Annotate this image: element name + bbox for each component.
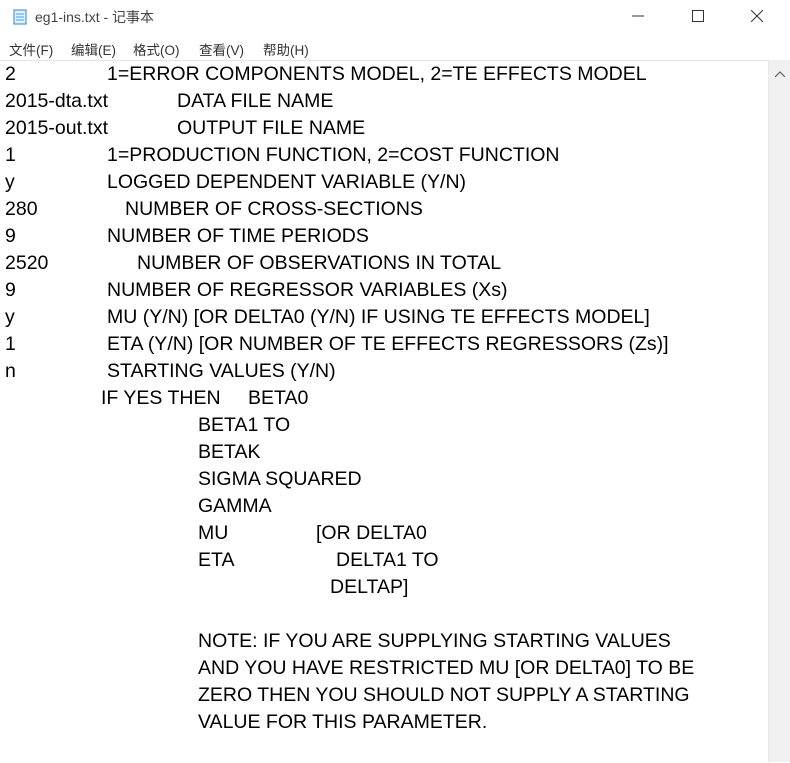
line-8-value: 2520 <box>5 252 49 274</box>
note-line-2: AND YOU HAVE RESTRICTED MU [OR DELTA0] T… <box>198 657 695 679</box>
close-icon <box>751 10 763 22</box>
menu-format[interactable]: 格式(O) <box>133 39 180 59</box>
line-1-comment: 1=ERROR COMPONENTS MODEL, 2=TE EFFECTS M… <box>107 63 647 85</box>
line-12-comment: STARTING VALUES (Y/N) <box>107 360 336 382</box>
text-editor[interactable]: 2 1=ERROR COMPONENTS MODEL, 2=TE EFFECTS… <box>0 60 768 763</box>
line-15-param: BETAK <box>198 441 261 463</box>
line-20-alt: DELTAP] <box>330 576 409 598</box>
line-6-value: 280 <box>5 198 38 220</box>
line-4-comment: 1=PRODUCTION FUNCTION, 2=COST FUNCTION <box>107 144 560 166</box>
line-19-param: ETA <box>198 549 235 571</box>
line-10-value: y <box>5 306 15 328</box>
line-7-value: 9 <box>5 225 16 247</box>
line-5-value: y <box>5 171 15 193</box>
line-8-comment: NUMBER OF OBSERVATIONS IN TOTAL <box>137 252 502 274</box>
line-1-value: 2 <box>5 63 16 85</box>
minimize-button[interactable] <box>615 0 661 34</box>
line-7-comment: NUMBER OF TIME PERIODS <box>107 225 369 247</box>
line-16-param: SIGMA SQUARED <box>198 468 362 490</box>
line-6-comment: NUMBER OF CROSS-SECTIONS <box>125 198 423 220</box>
line-14-param: BETA1 TO <box>198 414 291 436</box>
line-3-value: 2015-out.txt <box>5 117 108 139</box>
line-17-param: GAMMA <box>198 495 272 517</box>
maximize-icon <box>692 10 704 22</box>
line-19-alt: DELTA1 TO <box>336 549 439 571</box>
menu-help[interactable]: 帮助(H) <box>263 39 309 59</box>
line-18-alt: [OR DELTA0 <box>316 522 427 544</box>
note-line-4: VALUE FOR THIS PARAMETER. <box>198 711 488 733</box>
menu-file[interactable]: 文件(F) <box>9 39 53 59</box>
line-13-text: IF YES THEN <box>101 387 221 409</box>
line-13-param: BETA0 <box>248 387 309 409</box>
line-10-comment: MU (Y/N) [OR DELTA0 (Y/N) IF USING TE EF… <box>107 306 650 328</box>
line-2-value: 2015-dta.txt <box>5 90 108 112</box>
line-3-comment: OUTPUT FILE NAME <box>177 117 366 139</box>
note-line-1: NOTE: IF YOU ARE SUPPLYING STARTING VALU… <box>198 630 671 652</box>
menu-view[interactable]: 查看(V) <box>199 39 244 59</box>
close-button[interactable] <box>734 0 780 34</box>
menu-bar: 文件(F) 编辑(E) 格式(O) 查看(V) 帮助(H) <box>0 36 790 60</box>
menu-edit[interactable]: 编辑(E) <box>71 39 116 59</box>
scroll-up-arrow-icon[interactable] <box>774 64 786 82</box>
line-11-value: 1 <box>5 333 16 355</box>
notepad-icon <box>13 9 27 25</box>
window-title: eg1-ins.txt - 记事本 <box>35 9 155 25</box>
line-9-comment: NUMBER OF REGRESSOR VARIABLES (Xs) <box>107 279 508 301</box>
line-5-comment: LOGGED DEPENDENT VARIABLE (Y/N) <box>107 171 467 193</box>
minimize-icon <box>632 15 644 17</box>
line-12-value: n <box>5 360 16 382</box>
line-9-value: 9 <box>5 279 16 301</box>
line-18-param: MU <box>198 522 229 544</box>
maximize-button[interactable] <box>675 0 721 34</box>
line-11-comment: ETA (Y/N) [OR NUMBER OF TE EFFECTS REGRE… <box>107 333 669 355</box>
vertical-scrollbar[interactable] <box>768 60 790 762</box>
title-bar: eg1-ins.txt - 记事本 <box>0 0 790 34</box>
line-4-value: 1 <box>5 144 16 166</box>
line-2-comment: DATA FILE NAME <box>177 90 334 112</box>
note-line-3: ZERO THEN YOU SHOULD NOT SUPPLY A STARTI… <box>198 684 690 706</box>
